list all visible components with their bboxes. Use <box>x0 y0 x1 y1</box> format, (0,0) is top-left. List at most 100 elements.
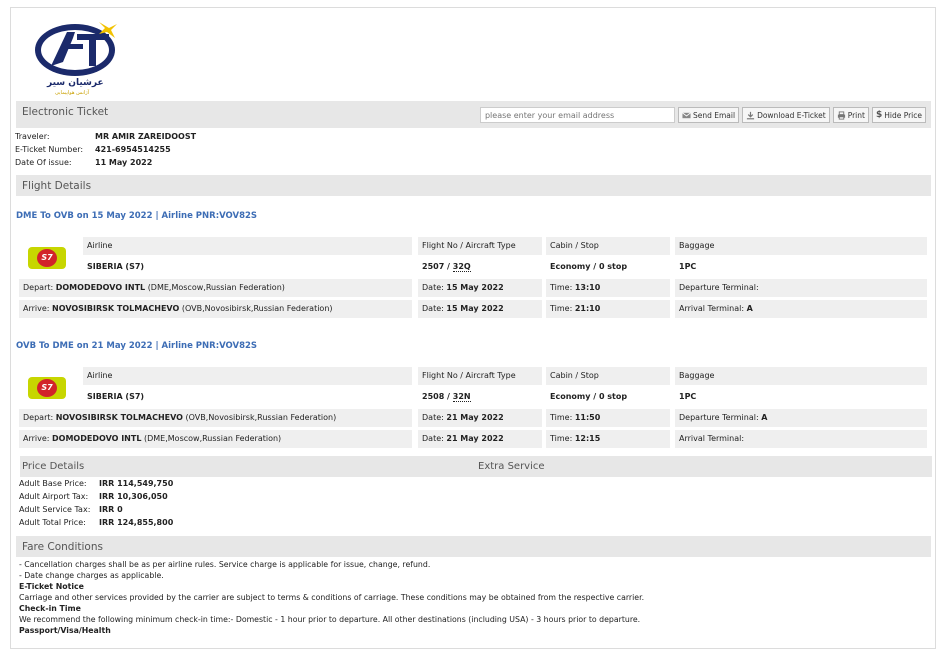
arrive-date-label: Date: <box>422 434 444 443</box>
depart-city: (DME,Moscow,Russian Federation) <box>147 283 285 292</box>
arrive-time-value: 12:15 <box>574 434 601 443</box>
ticket-number-label: E-Ticket Number: <box>15 145 84 154</box>
arrive-terminal-label: Arrival Terminal: <box>679 434 745 443</box>
depart-row: Depart: DOMODEDOVO INTL (DME,Moscow,Russ… <box>19 279 412 297</box>
checkin-time-title: Check-in Time <box>19 604 81 613</box>
email-input[interactable] <box>479 107 675 123</box>
depart-city: (OVB,Novosibirsk,Russian Federation) <box>185 413 337 422</box>
hide-price-button[interactable]: $ Hide Price <box>871 107 926 123</box>
fare-line: - Cancellation charges shall be as per a… <box>19 560 431 569</box>
arrive-label: Arrive: <box>23 304 50 313</box>
issue-date-label: Date Of issue: <box>15 158 72 167</box>
s7-logo-icon: S7 <box>37 379 57 397</box>
header-flight-no: Flight No / Aircraft Type <box>418 367 542 385</box>
aircraft-type: 32Q <box>452 262 471 272</box>
arrive-terminal-label: Arrival Terminal: <box>679 304 745 313</box>
baggage-value: 1PC <box>679 392 697 401</box>
depart-terminal: Departure Terminal: <box>675 279 927 297</box>
flight-table: S7 Airline Flight No / Aircraft Type Cab… <box>16 237 929 319</box>
arrive-row: Arrive: NOVOSIBIRSK TOLMACHEVO (OVB,Novo… <box>19 300 412 318</box>
arrive-time-label: Time: <box>550 304 573 313</box>
cabin-stop: Economy / 0 stop <box>550 392 628 401</box>
arrive-airport: NOVOSIBIRSK TOLMACHEVO <box>52 304 180 313</box>
eticket-notice-title: E-Ticket Notice <box>19 582 84 591</box>
header-cabin: Cabin / Stop <box>546 237 670 255</box>
depart-date: Date: 21 May 2022 <box>418 409 542 427</box>
flight-heading: OVB To DME on 21 May 2022 | Airline PNR:… <box>16 341 258 351</box>
arrive-terminal: Arrival Terminal: <box>675 430 927 448</box>
arrive-date-value: 21 May 2022 <box>446 434 504 443</box>
airline-name: SIBERIA (S7) <box>87 392 145 401</box>
arrive-terminal: Arrival Terminal: A <box>675 300 927 318</box>
ticket-number-value: 421-6954514255 <box>95 145 171 154</box>
arrive-time-label: Time: <box>550 434 573 443</box>
flight-details-bar: Flight Details <box>16 175 931 196</box>
depart-date-value: 15 May 2022 <box>446 283 504 292</box>
header-cabin: Cabin / Stop <box>546 367 670 385</box>
fare-conditions-title: Fare Conditions <box>22 541 103 553</box>
arrive-label: Arrive: <box>23 434 50 443</box>
eticket-notice-text: Carriage and other services provided by … <box>19 593 645 602</box>
hide-price-label: Hide Price <box>884 110 922 120</box>
print-button[interactable]: Print <box>832 107 869 123</box>
header-baggage: Baggage <box>675 367 927 385</box>
eticket-title: Electronic Ticket <box>22 106 109 118</box>
depart-label: Depart: <box>23 283 54 292</box>
depart-terminal-value: A <box>761 413 768 422</box>
depart-time: Time: 11:50 <box>546 409 670 427</box>
base-price-label: Adult Base Price: <box>19 479 87 488</box>
depart-date: Date: 15 May 2022 <box>418 279 542 297</box>
depart-date-label: Date: <box>422 283 444 292</box>
depart-time: Time: 13:10 <box>546 279 670 297</box>
fare-conditions-text: - Cancellation charges shall be as per a… <box>19 559 924 636</box>
header-airline: Airline <box>83 237 412 255</box>
header-airline: Airline <box>83 367 412 385</box>
depart-date-value: 21 May 2022 <box>446 413 504 422</box>
ticket-page: عرشیان سیر آژانس هواپیمایی Electronic Ti… <box>10 7 936 649</box>
price-details-bar: Price Details Extra Service <box>20 456 932 477</box>
total-price-label: Adult Total Price: <box>19 518 86 527</box>
header-baggage: Baggage <box>675 237 927 255</box>
logo-tagline: آژانس هواپیمایی <box>55 90 90 96</box>
depart-row: Depart: NOVOSIBIRSK TOLMACHEVO (OVB,Novo… <box>19 409 412 427</box>
fare-conditions-bar: Fare Conditions <box>16 536 931 557</box>
arrive-date-label: Date: <box>422 304 444 313</box>
logo-text: عرشیان سیر <box>47 78 104 88</box>
price-details-title: Price Details <box>22 461 85 472</box>
arrive-airport: DOMODEDOVO INTL <box>52 434 142 443</box>
arrive-date-value: 15 May 2022 <box>446 304 504 313</box>
service-tax-value: IRR 0 <box>99 505 123 514</box>
arrive-time-value: 21:10 <box>574 304 601 313</box>
flight-number-value: 2508 / <box>422 392 453 401</box>
extra-service-title: Extra Service <box>478 461 545 472</box>
total-price-value: IRR 124,855,800 <box>99 518 174 527</box>
issue-date-value: 11 May 2022 <box>95 158 153 167</box>
send-email-label: Send Email <box>692 110 736 120</box>
depart-time-value: 13:10 <box>574 283 601 292</box>
airport-tax-value: IRR 10,306,050 <box>99 492 168 501</box>
fare-line: - Date change charges as applicable. <box>19 571 164 580</box>
traveler-value: MR AMIR ZAREIDOOST <box>95 132 197 141</box>
arrive-city: (OVB,Novosibirsk,Russian Federation) <box>181 304 333 313</box>
download-eticket-button[interactable]: Download E-Ticket <box>742 107 830 123</box>
airline-logo: S7 <box>28 247 66 269</box>
baggage-value: 1PC <box>679 262 697 271</box>
depart-label: Depart: <box>23 413 54 422</box>
header-flight-no: Flight No / Aircraft Type <box>418 237 542 255</box>
flight-number: 2508 / 32N <box>418 388 542 406</box>
send-email-button[interactable]: Send Email <box>677 107 740 123</box>
eticket-toolbar: Electronic Ticket Send Email Download E-… <box>16 101 931 128</box>
arrive-terminal-value: A <box>746 304 753 313</box>
aircraft-type: 32N <box>452 392 471 402</box>
download-icon <box>746 111 755 119</box>
flight-details-title: Flight Details <box>22 180 92 192</box>
s7-logo-icon: S7 <box>37 249 57 267</box>
depart-time-value: 11:50 <box>574 413 601 422</box>
depart-terminal-label: Departure Terminal: <box>679 283 759 292</box>
base-price-value: IRR 114,549,750 <box>99 479 174 488</box>
arrive-date: Date: 21 May 2022 <box>418 430 542 448</box>
airline-name: SIBERIA (S7) <box>87 262 145 271</box>
envelope-icon <box>682 111 691 118</box>
flight-table: S7 Airline Flight No / Aircraft Type Cab… <box>16 367 929 449</box>
depart-date-label: Date: <box>422 413 444 422</box>
